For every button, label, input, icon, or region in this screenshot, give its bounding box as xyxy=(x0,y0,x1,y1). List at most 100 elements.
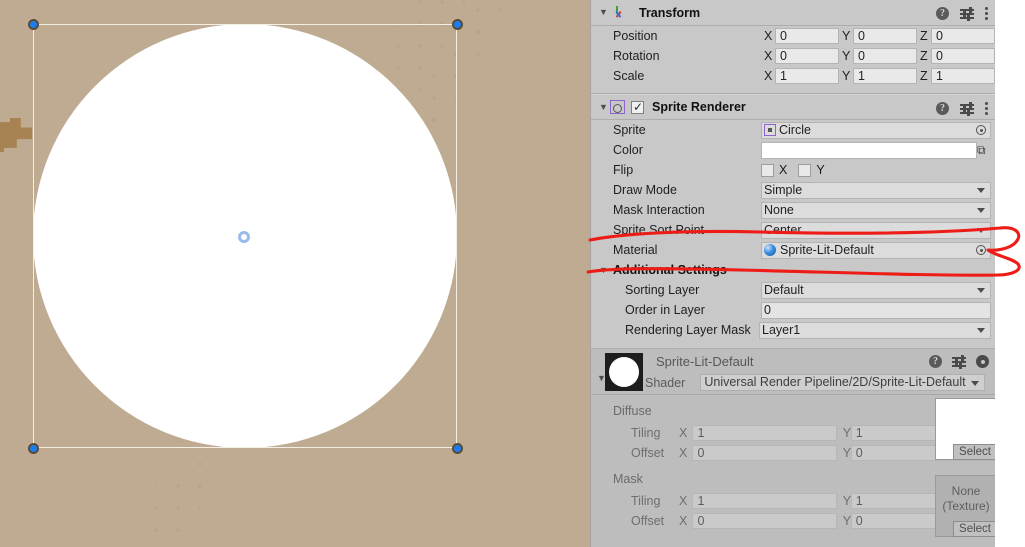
diffuse-tiling-x-field[interactable]: 1 xyxy=(692,425,837,441)
diffuse-texture-swatch[interactable]: Select xyxy=(935,398,995,460)
diffuse-offset-x-field[interactable]: 0 xyxy=(692,445,837,461)
material-object-picker-icon[interactable] xyxy=(976,245,986,255)
chevron-down-icon xyxy=(971,380,979,386)
transform-title: Transform xyxy=(639,5,701,20)
scene-view[interactable] xyxy=(0,0,590,547)
selection-handle-bottom-right[interactable] xyxy=(452,443,463,454)
mask-texture-swatch[interactable]: None (Texture) Select xyxy=(935,475,995,537)
material-object-field[interactable]: Sprite-Lit-Default xyxy=(761,241,991,259)
mask-offset-label: Offset xyxy=(631,514,665,528)
position-z-field[interactable]: 0 xyxy=(931,28,995,44)
mask-texture-select-button[interactable]: Select xyxy=(953,521,995,537)
pivot-handle[interactable] xyxy=(238,231,250,243)
diffuse-texture-select-button[interactable]: Select xyxy=(953,444,995,460)
rotation-x-field[interactable]: 0 xyxy=(775,48,839,64)
sprite-renderer-component-header[interactable]: ▼ Sprite Renderer ? xyxy=(591,94,995,120)
additional-settings-label: Additional Settings xyxy=(613,263,727,277)
rotation-z-axis-label: Z xyxy=(920,49,928,63)
position-x-field[interactable]: 0 xyxy=(775,28,839,44)
sprite-sort-point-label: Sprite Sort Point xyxy=(613,223,705,237)
sprite-label: Sprite xyxy=(613,123,646,137)
mask-interaction-dropdown[interactable]: None xyxy=(761,201,991,219)
rotation-z-field[interactable]: 0 xyxy=(931,48,995,64)
sprite-value: Circle xyxy=(779,122,811,137)
flip-x-checkbox[interactable] xyxy=(761,163,774,177)
rotation-y-field[interactable]: 0 xyxy=(853,48,917,64)
mask-tiling-y-axis-label: Y xyxy=(842,494,852,508)
additional-settings-header[interactable]: ▼ Additional Settings xyxy=(591,260,995,280)
sprite-renderer-foldout-arrow[interactable]: ▼ xyxy=(597,102,610,112)
transform-axis-icon xyxy=(610,5,625,20)
sprite-object-picker-icon[interactable] xyxy=(976,125,986,135)
additional-settings-foldout-arrow[interactable]: ▼ xyxy=(597,265,610,275)
color-label: Color xyxy=(613,143,643,157)
sorting-layer-label: Sorting Layer xyxy=(625,283,700,297)
help-icon[interactable]: ? xyxy=(936,101,949,115)
rendering-layer-mask-label: Rendering Layer Mask xyxy=(625,323,751,337)
draw-mode-label: Draw Mode xyxy=(613,183,677,197)
help-icon[interactable]: ? xyxy=(929,355,942,368)
mask-interaction-value: None xyxy=(764,202,794,217)
position-label: Position xyxy=(613,29,658,43)
selection-handle-bottom-left[interactable] xyxy=(28,443,39,454)
mask-tiling-x-field[interactable]: 1 xyxy=(692,493,837,509)
color-swatch-field[interactable]: ⧉ xyxy=(761,141,986,159)
position-y-field[interactable]: 0 xyxy=(853,28,917,44)
preset-icon[interactable] xyxy=(952,355,966,369)
sprite-sort-point-dropdown[interactable]: Center xyxy=(761,221,991,239)
scale-label: Scale xyxy=(613,69,645,83)
order-in-layer-field[interactable]: 0 xyxy=(761,301,991,319)
sprite-renderer-title: Sprite Renderer xyxy=(652,100,746,114)
rendering-layer-mask-dropdown[interactable]: Layer1 xyxy=(759,321,991,339)
help-icon[interactable]: ? xyxy=(936,6,949,20)
mask-offset-y-axis-label: Y xyxy=(842,514,852,528)
material-preview-name: Sprite-Lit-Default xyxy=(656,354,754,369)
unity-editor-window: ▼ Transform ? Position X 0 Y 0 Z 0 Rotat… xyxy=(0,0,1025,547)
mask-texture-none-line1: None xyxy=(951,484,981,498)
sprite-renderer-enabled-checkbox[interactable] xyxy=(631,100,644,114)
diffuse-offset-label: Offset xyxy=(631,446,665,460)
transform-foldout-arrow[interactable]: ▼ xyxy=(597,8,610,17)
material-value: Sprite-Lit-Default xyxy=(780,242,874,257)
mask-tiling-x-axis-label: X xyxy=(679,494,688,508)
position-x-axis-label: X xyxy=(764,29,773,43)
position-z-axis-label: Z xyxy=(920,29,928,43)
selection-handle-top-right[interactable] xyxy=(452,19,463,30)
material-thumbnail xyxy=(605,352,643,391)
sorting-layer-dropdown[interactable]: Default xyxy=(761,281,991,299)
transform-component-header[interactable]: ▼ Transform ? xyxy=(591,0,995,26)
scale-z-axis-label: Z xyxy=(920,69,928,83)
more-menu-icon[interactable] xyxy=(985,6,989,20)
sprite-sort-point-value: Center xyxy=(764,222,802,237)
order-in-layer-label: Order in Layer xyxy=(625,303,705,317)
eyedropper-icon[interactable]: ⧉ xyxy=(977,143,990,157)
more-menu-icon[interactable] xyxy=(985,101,989,115)
mask-texture-none-line2: (Texture) xyxy=(942,499,990,513)
mask-offset-x-field[interactable]: 0 xyxy=(692,513,837,529)
sprite-row: Sprite Circle xyxy=(591,120,995,140)
draw-mode-row: Draw Mode Simple xyxy=(591,180,995,200)
mask-tiling-label: Tiling xyxy=(631,494,661,508)
scale-x-field[interactable]: 1 xyxy=(775,68,839,84)
diffuse-tiling-y-axis-label: Y xyxy=(842,426,852,440)
mask-interaction-row: Mask Interaction None xyxy=(591,200,995,220)
material-preview-block: ▼ Sprite-Lit-Default Shader Universal Re… xyxy=(591,349,995,547)
material-preview-foldout-arrow[interactable]: ▼ xyxy=(597,373,606,383)
flip-y-checkbox[interactable] xyxy=(798,163,812,177)
scale-y-axis-label: Y xyxy=(842,69,851,83)
preset-icon[interactable] xyxy=(960,6,974,21)
diffuse-offset-x-axis-label: X xyxy=(679,446,688,460)
gear-icon[interactable] xyxy=(976,355,989,368)
material-preview-header[interactable]: ▼ Sprite-Lit-Default Shader Universal Re… xyxy=(591,349,995,395)
sorting-layer-row: Sorting Layer Default xyxy=(591,280,995,300)
shader-dropdown[interactable]: Universal Render Pipeline/2D/Sprite-Lit-… xyxy=(700,374,985,391)
diffuse-tiling-x-axis-label: X xyxy=(679,426,688,440)
selection-handle-top-left[interactable] xyxy=(28,19,39,30)
scale-y-field[interactable]: 1 xyxy=(853,68,917,84)
sprite-object-field[interactable]: Circle xyxy=(761,121,991,139)
draw-mode-dropdown[interactable]: Simple xyxy=(761,181,991,199)
preset-icon[interactable] xyxy=(960,101,974,116)
sprite-sort-point-row: Sprite Sort Point Center xyxy=(591,220,995,240)
chevron-down-icon xyxy=(977,288,985,293)
scale-z-field[interactable]: 1 xyxy=(931,68,995,84)
